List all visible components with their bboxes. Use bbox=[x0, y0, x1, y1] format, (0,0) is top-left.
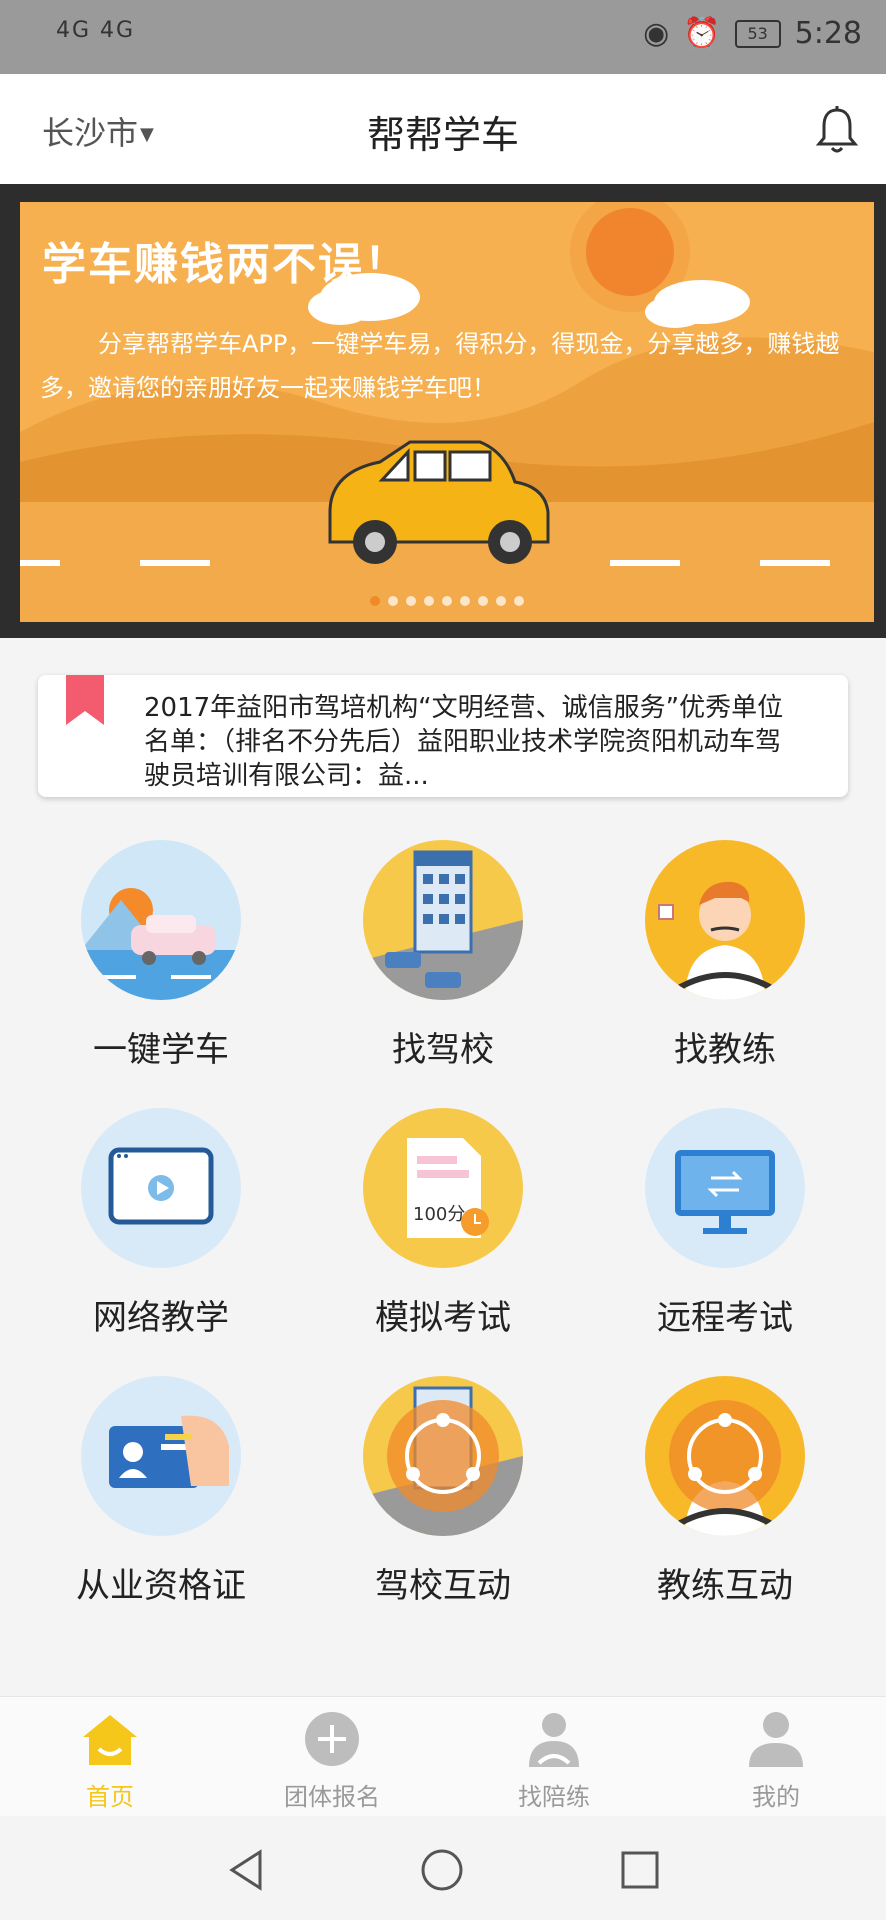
tab-label: 找陪练 bbox=[518, 1783, 590, 1811]
carousel-dot[interactable] bbox=[442, 596, 452, 606]
system-nav-bar bbox=[0, 1816, 886, 1920]
school-share-icon bbox=[363, 1376, 523, 1536]
feature-online-teaching[interactable]: 网络教学 bbox=[51, 1108, 271, 1339]
home-circle-icon[interactable] bbox=[420, 1848, 464, 1892]
driver-icon bbox=[529, 1713, 579, 1767]
tab-find-partner[interactable]: 找陪练 bbox=[454, 1711, 654, 1812]
banner-carousel[interactable]: 学车赚钱两不误！ 分享帮帮学车APP，一键学车易，得积分，得现金，分享越多，赚钱… bbox=[0, 184, 886, 638]
feature-label: 找教练 bbox=[674, 1030, 776, 1070]
feature-quick-learn[interactable]: 一键学车 bbox=[51, 840, 271, 1071]
id-card-icon bbox=[81, 1376, 241, 1536]
feature-label: 驾校互动 bbox=[375, 1566, 511, 1606]
exam-paper-icon: 100分 bbox=[363, 1108, 523, 1268]
tab-mine[interactable]: 我的 bbox=[676, 1711, 876, 1812]
coach-share-icon bbox=[645, 1376, 805, 1536]
feature-find-coach[interactable]: 找教练 bbox=[615, 840, 835, 1071]
coach-icon bbox=[645, 840, 805, 1000]
alarm-icon: ⏰ bbox=[683, 16, 721, 51]
clock: 5:28 bbox=[794, 16, 862, 51]
feature-find-school[interactable]: 找驾校 bbox=[333, 840, 553, 1071]
back-icon[interactable] bbox=[224, 1848, 268, 1892]
status-bar: 4G 4G ◉ ⏰ 53 5:28 bbox=[0, 0, 886, 74]
signal-indicator: 4G 4G bbox=[56, 18, 136, 43]
bottom-tab-bar: 首页 团体报名 找陪练 我的 bbox=[0, 1696, 886, 1817]
car-landscape-icon bbox=[81, 840, 241, 1000]
news-notice-card[interactable]: 2017年益阳市驾培机构“文明经营、诚信服务”优秀单位名单：（排名不分先后）益阳… bbox=[38, 675, 848, 797]
bell-icon[interactable] bbox=[814, 104, 860, 154]
carousel-dot[interactable] bbox=[406, 596, 416, 606]
school-building-icon bbox=[363, 840, 523, 1000]
feature-label: 网络教学 bbox=[93, 1298, 229, 1338]
tab-label: 团体报名 bbox=[284, 1783, 380, 1811]
page-title: 帮帮学车 bbox=[366, 113, 519, 157]
app-header: 长沙市 ▼ 帮帮学车 bbox=[0, 74, 886, 184]
bookmark-icon bbox=[66, 675, 104, 725]
banner-subtext: 分享帮帮学车APP，一键学车易，得积分，得现金，分享越多，赚钱越多，邀请您的亲朋… bbox=[40, 330, 840, 402]
tab-label: 我的 bbox=[752, 1783, 800, 1811]
recents-icon[interactable] bbox=[618, 1848, 662, 1892]
banner-headline: 学车赚钱两不误！ bbox=[42, 239, 410, 290]
feature-label: 从业资格证 bbox=[76, 1566, 246, 1606]
carousel-dot[interactable] bbox=[388, 596, 398, 606]
feature-label: 找驾校 bbox=[392, 1030, 494, 1070]
feature-school-interaction[interactable]: 驾校互动 bbox=[333, 1376, 553, 1607]
feature-label: 一键学车 bbox=[93, 1030, 229, 1070]
carousel-dot[interactable] bbox=[478, 596, 488, 606]
plus-circle-icon bbox=[305, 1712, 359, 1766]
feature-label: 模拟考试 bbox=[375, 1298, 511, 1338]
feature-label: 远程考试 bbox=[657, 1298, 793, 1338]
carousel-indicator bbox=[20, 596, 874, 606]
svg-text:100分: 100分 bbox=[413, 1204, 465, 1225]
tab-home[interactable]: 首页 bbox=[10, 1711, 210, 1812]
home-icon bbox=[83, 1715, 137, 1765]
feature-mock-exam[interactable]: 100分 模拟考试 bbox=[333, 1108, 553, 1339]
tab-group-signup[interactable]: 团体报名 bbox=[232, 1711, 432, 1812]
carousel-dot[interactable] bbox=[370, 596, 380, 606]
carousel-dot[interactable] bbox=[514, 596, 524, 606]
monitor-icon bbox=[645, 1108, 805, 1268]
banner-slide[interactable]: 学车赚钱两不误！ 分享帮帮学车APP，一键学车易，得积分，得现金，分享越多，赚钱… bbox=[20, 202, 874, 622]
feature-qualification[interactable]: 从业资格证 bbox=[51, 1376, 271, 1607]
feature-label: 教练互动 bbox=[657, 1566, 793, 1606]
feature-coach-interaction[interactable]: 教练互动 bbox=[615, 1376, 835, 1607]
carousel-dot[interactable] bbox=[424, 596, 434, 606]
feature-remote-exam[interactable]: 远程考试 bbox=[615, 1108, 835, 1339]
carousel-dot[interactable] bbox=[496, 596, 506, 606]
eye-icon: ◉ bbox=[643, 16, 670, 51]
notice-text: 2017年益阳市驾培机构“文明经营、诚信服务”优秀单位名单：（排名不分先后）益阳… bbox=[144, 693, 784, 791]
carousel-dot[interactable] bbox=[460, 596, 470, 606]
tab-label: 首页 bbox=[86, 1783, 134, 1811]
video-player-icon bbox=[81, 1108, 241, 1268]
person-icon bbox=[749, 1712, 803, 1767]
battery-icon: 53 bbox=[734, 19, 781, 48]
